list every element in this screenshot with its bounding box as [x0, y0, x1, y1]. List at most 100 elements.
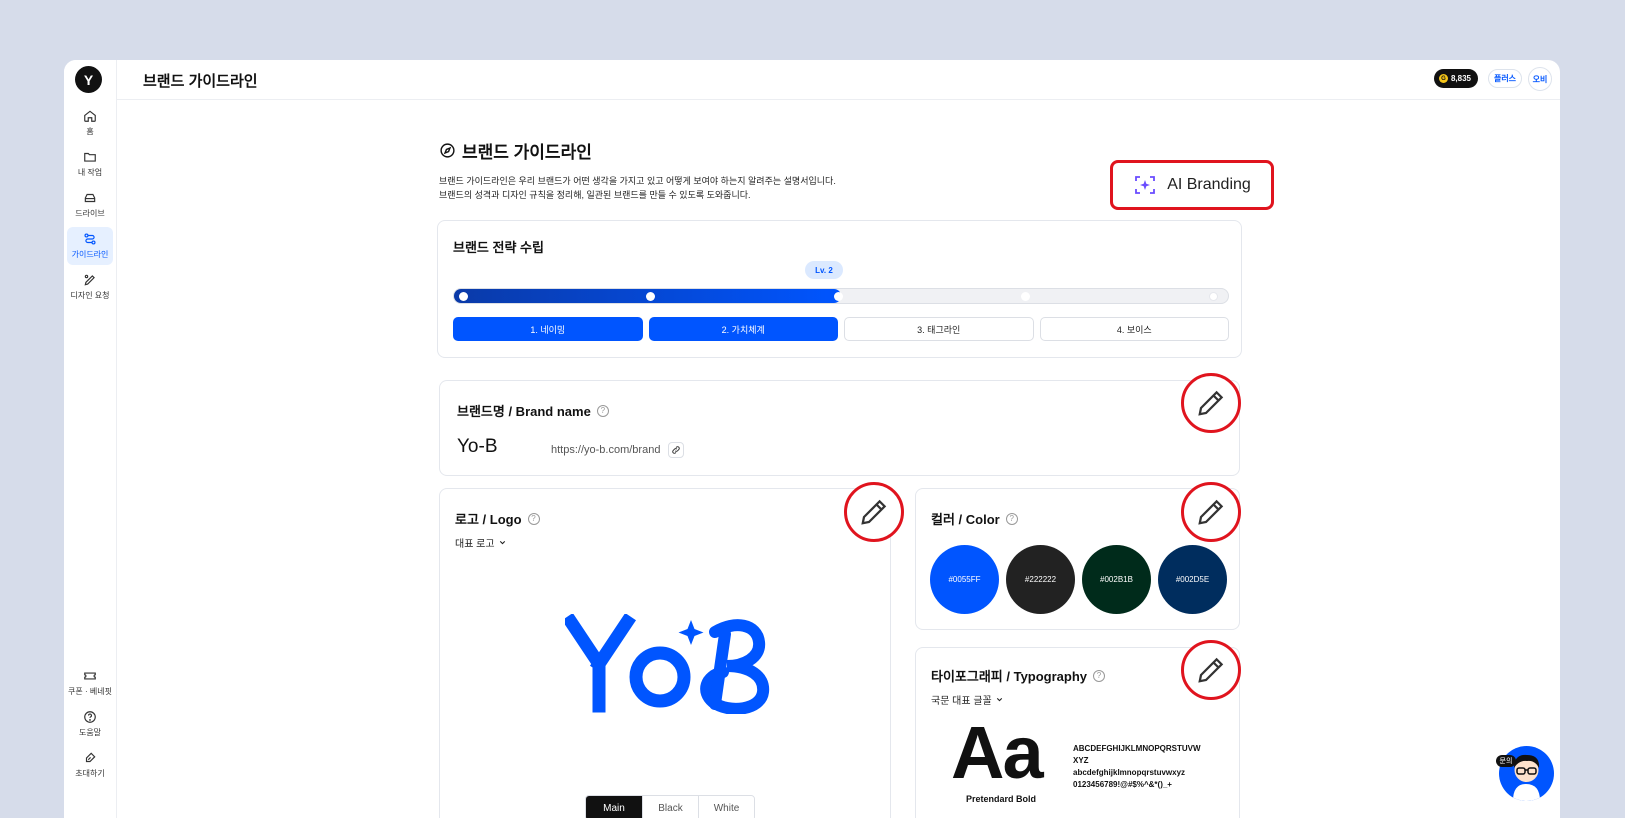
progress-dot[interactable] — [1021, 292, 1030, 301]
chevron-down-icon — [499, 540, 505, 545]
logo-card: 로고 / Logo ? 대표 로고 Main Black White — [439, 488, 891, 818]
content-title-text: 브랜드 가이드라인 — [462, 143, 592, 162]
sidebar-item-my-work[interactable]: 내 작업 — [67, 145, 113, 183]
pencil-icon — [1198, 499, 1224, 525]
invite-icon — [85, 752, 96, 763]
sidebar-item-label: 내 작업 — [77, 168, 103, 177]
logo-heading: 로고 / Logo ? — [455, 509, 540, 528]
progress-dot[interactable] — [1209, 292, 1218, 301]
coin-icon: G — [1438, 74, 1448, 83]
content-title: 브랜드 가이드라인 — [439, 138, 592, 163]
color-title: 컬러 / Color — [931, 512, 1000, 527]
brand-url-text[interactable]: https://yo-b.com/brand — [551, 444, 660, 456]
brand-url: https://yo-b.com/brand — [551, 442, 685, 458]
color-swatch[interactable]: #0055FF — [930, 545, 999, 614]
typography-dropdown[interactable]: 국문 대표 글꼴 — [931, 692, 1004, 707]
points-badge[interactable]: G 8,835 — [1433, 69, 1478, 88]
folder-icon — [84, 152, 96, 162]
progress-track — [453, 288, 1229, 304]
sidebar-item-drive[interactable]: 드라이브 — [67, 186, 113, 224]
strategy-title: 브랜드 전략 수립 — [453, 240, 544, 255]
sidebar-item-label: 쿠폰 · 베네핏 — [68, 687, 112, 696]
type-sample: ABCDEFGHIJKLMNOPQRSTUVWXYZ abcdefghijklm… — [1073, 743, 1203, 791]
brand-name-card: 브랜드명 / Brand name ? Yo-B https://yo-b.co… — [439, 380, 1240, 476]
sidebar-item-invite[interactable]: 초대하기 — [67, 746, 113, 784]
logo-dropdown[interactable]: 대표 로고 — [455, 535, 507, 550]
strategy-steps: 1. 네이밍 2. 가치체계 3. 태그라인 4. 보이스 — [453, 317, 1229, 341]
sidebar-item-label: 드라이브 — [75, 209, 105, 218]
app-window: Y 홈 내 작업 드라이브 가이드라인 디자인 요청 쿠폰 · 베네핏 도움말 — [64, 60, 1560, 818]
sidebar-item-guideline[interactable]: 가이드라인 — [67, 227, 113, 265]
help-icon[interactable]: ? — [527, 512, 540, 525]
chevron-down-icon — [996, 697, 1002, 702]
typography-dropdown-label: 국문 대표 글꼴 — [931, 696, 992, 707]
edit-logo-button[interactable] — [844, 482, 904, 542]
plus-button[interactable]: 플러스 — [1488, 69, 1522, 88]
logo-title: 로고 / Logo — [455, 512, 522, 527]
drive-icon — [84, 193, 96, 203]
sidebar-item-home[interactable]: 홈 — [67, 104, 113, 142]
brand-name-title: 브랜드명 / Brand name — [457, 404, 591, 419]
step-value-system[interactable]: 2. 가치체계 — [648, 317, 838, 341]
variant-tab-white[interactable]: White — [698, 796, 754, 818]
page-title: 브랜드 가이드라인 — [143, 73, 258, 90]
chat-tag: 문의 — [1496, 755, 1516, 767]
pencil-icon — [1198, 390, 1224, 416]
sidebar-item-label: 가이드라인 — [71, 250, 109, 259]
color-swatch[interactable]: #222222 — [1006, 545, 1075, 614]
ai-branding-label: AI Branding — [1167, 176, 1251, 193]
guideline-icon — [84, 233, 96, 245]
compass-icon — [440, 143, 455, 158]
sidebar-item-label: 디자인 요청 — [70, 291, 110, 300]
sidebar-item-label: 홈 — [86, 127, 94, 136]
variant-tab-black[interactable]: Black — [642, 796, 698, 818]
pencil-icon — [861, 499, 887, 525]
color-swatch[interactable]: #002B1B — [1082, 545, 1151, 614]
progress-dot[interactable] — [646, 292, 655, 301]
help-icon — [84, 711, 96, 723]
progress-dot[interactable] — [459, 292, 468, 301]
help-icon[interactable]: ? — [1005, 512, 1018, 525]
help-icon[interactable]: ? — [1093, 669, 1106, 682]
ai-branding-button[interactable]: AI Branding — [1110, 160, 1274, 210]
edit-typography-button[interactable] — [1181, 640, 1241, 700]
logo-dropdown-label: 대표 로고 — [455, 539, 495, 550]
help-icon[interactable]: ? — [596, 404, 609, 417]
sidebar-item-coupon[interactable]: 쿠폰 · 베네핏 — [67, 664, 113, 702]
ticket-icon — [84, 672, 96, 680]
home-icon — [84, 110, 96, 122]
edit-brand-name-button[interactable] — [1181, 373, 1241, 433]
edit-color-button[interactable] — [1181, 482, 1241, 542]
pencil-icon — [1198, 657, 1224, 683]
sidebar-item-label: 초대하기 — [75, 769, 105, 778]
font-name: Pretendard Bold — [966, 794, 1037, 804]
app-logo[interactable]: Y — [75, 66, 102, 93]
sample-numbers: 0123456789!@#$%^&*()_+ — [1073, 780, 1172, 789]
color-swatch[interactable]: #002D5E — [1158, 545, 1227, 614]
design-request-icon — [84, 274, 95, 286]
step-voice[interactable]: 4. 보이스 — [1039, 317, 1229, 341]
progress-dot[interactable] — [834, 292, 843, 301]
logo-variant-tabs: Main Black White — [585, 795, 755, 818]
variant-tab-main[interactable]: Main — [586, 796, 642, 818]
color-swatches: #0055FF #222222 #002B1B #002D5E — [930, 545, 1227, 614]
brand-name-value: Yo-B — [457, 436, 498, 457]
step-tagline[interactable]: 3. 태그라인 — [844, 317, 1034, 341]
link-icon — [672, 446, 681, 454]
sidebar-item-design-request[interactable]: 디자인 요청 — [67, 268, 113, 306]
user-avatar[interactable]: 오비 — [1528, 67, 1552, 91]
brand-strategy-card: 브랜드 전략 수립 Lv. 2 1. 네이밍 2. 가치체계 3. 태그라인 4… — [437, 220, 1242, 358]
sidebar-item-label: 도움말 — [78, 728, 102, 737]
type-specimen: Aa — [951, 711, 1044, 794]
points-value: 8,835 — [1450, 74, 1471, 83]
step-naming[interactable]: 1. 네이밍 — [453, 317, 643, 341]
color-heading: 컬러 / Color ? — [931, 509, 1018, 528]
sample-lowercase: abcdefghijklmnopqrstuvwxyz — [1073, 768, 1186, 777]
sidebar-item-help[interactable]: 도움말 — [67, 705, 113, 743]
typography-heading: 타이포그래피 / Typography ? — [931, 666, 1106, 685]
level-badge: Lv. 2 — [805, 261, 843, 279]
description-line: 브랜드 가이드라인은 우리 브랜드가 어떤 생각을 가지고 있고 어떻게 보여야… — [439, 176, 836, 186]
link-button[interactable] — [668, 442, 685, 458]
description-line: 브랜드의 성격과 디자인 규칙을 정리해, 일관된 브랜드를 만들 수 있도록 … — [439, 190, 751, 200]
top-bar: 브랜드 가이드라인 G 8,835 플러스 오비 — [117, 60, 1560, 100]
